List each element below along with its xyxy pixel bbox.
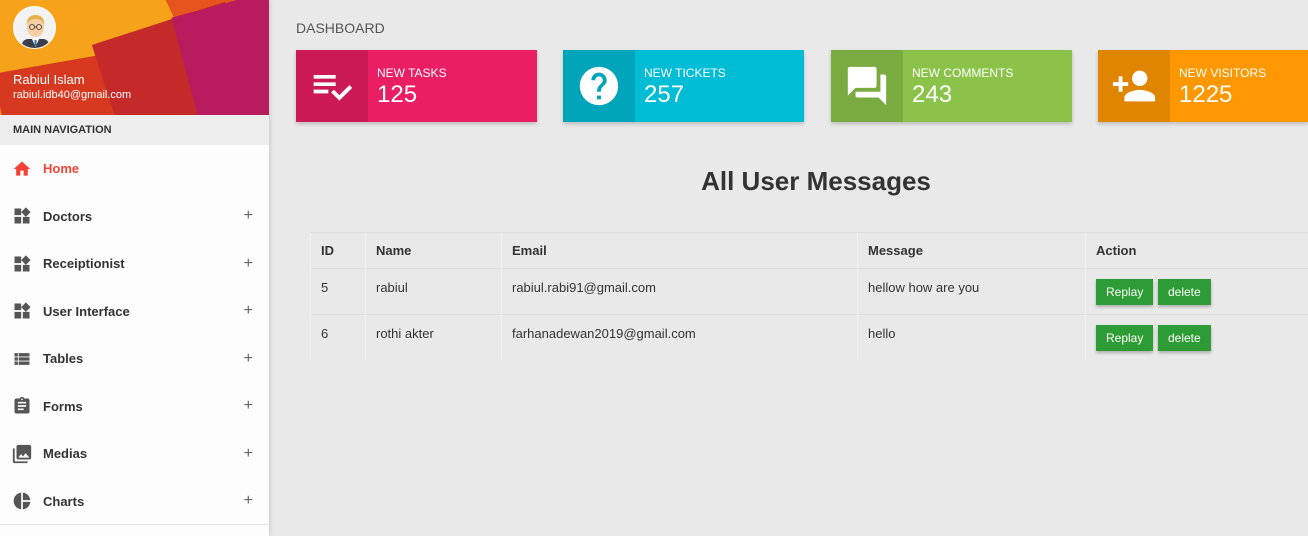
sidebar-item-label: Charts: [43, 493, 85, 509]
expand-icon[interactable]: +: [244, 350, 253, 368]
cell-id: 6: [310, 314, 366, 361]
expand-icon[interactable]: +: [244, 397, 253, 415]
info-box-new-tasks[interactable]: NEW TASKS 125: [296, 50, 537, 122]
sidebar-item-label: Forms: [43, 398, 83, 414]
widgets-icon: [11, 205, 33, 227]
info-box-label: NEW COMMENTS: [912, 66, 1014, 80]
cell-actions: Replay delete: [1085, 268, 1308, 315]
delete-button[interactable]: delete: [1157, 325, 1211, 351]
list-icon: [11, 348, 33, 370]
info-box-new-comments[interactable]: NEW COMMENTS 243: [831, 50, 1072, 122]
user-name: Rabiul Islam: [13, 72, 85, 87]
cell-email: farhanadewan2019@gmail.com: [501, 314, 858, 361]
messages-table: ID Name Email Message Action 5 rabiul ra…: [310, 232, 1308, 361]
info-box-label: NEW TICKETS: [644, 66, 726, 80]
divider: [0, 524, 269, 525]
expand-icon[interactable]: +: [244, 302, 253, 320]
sidebar-item-home[interactable]: Home: [0, 145, 269, 193]
sidebar-item-tables[interactable]: Tables +: [0, 335, 269, 383]
table-row: 5 rabiul rabiul.rabi91@gmail.com hellow …: [310, 268, 1308, 315]
cell-email: rabiul.rabi91@gmail.com: [501, 268, 858, 315]
forum-icon: [831, 50, 903, 122]
column-header-action: Action: [1085, 232, 1308, 269]
info-box-value: 257: [644, 81, 685, 108]
cell-name: rothi akter: [365, 314, 502, 361]
pie-chart-icon: [11, 490, 33, 512]
person-add-icon: [1098, 50, 1170, 122]
sidebar-item-label: Medias: [43, 446, 88, 462]
sidebar-item-label: Tables: [43, 351, 84, 367]
photo-library-icon: [11, 443, 33, 465]
cell-name: rabiul: [365, 268, 502, 315]
cell-message: hello: [857, 314, 1086, 361]
info-box-label: NEW VISITORS: [1179, 66, 1267, 80]
sidebar-item-charts[interactable]: Charts +: [0, 478, 269, 526]
column-header-message: Message: [857, 232, 1086, 269]
sidebar-item-label: Doctors: [43, 208, 93, 224]
column-header-id: ID: [310, 232, 366, 269]
avatar[interactable]: [13, 6, 56, 49]
sidebar-item-label: User Interface: [43, 303, 130, 319]
widgets-icon: [11, 300, 33, 322]
cell-message: hellow how are you: [857, 268, 1086, 315]
info-box-new-tickets[interactable]: NEW TICKETS 257: [563, 50, 804, 122]
table-row: 6 rothi akter farhanadewan2019@gmail.com…: [310, 314, 1308, 361]
nav-header: MAIN NAVIGATION: [0, 115, 269, 145]
messages-title: All User Messages: [701, 166, 931, 196]
info-box-value: 1225: [1179, 81, 1233, 108]
sidebar-item-medias[interactable]: Medias +: [0, 430, 269, 478]
user-email: rabiul.idb40@gmail.com: [13, 89, 132, 101]
info-box-new-visitors[interactable]: NEW VISITORS 1225: [1098, 50, 1308, 122]
delete-button[interactable]: delete: [1157, 279, 1211, 305]
sidebar-item-forms[interactable]: Forms +: [0, 383, 269, 431]
info-box-value: 243: [912, 81, 953, 108]
expand-icon[interactable]: +: [244, 255, 253, 273]
table-header-row: ID Name Email Message Action: [310, 232, 1308, 269]
sidebar-item-doctors[interactable]: Doctors +: [0, 193, 269, 241]
column-header-name: Name: [365, 232, 502, 269]
user-info-panel: Rabiul Islam rabiul.idb40@gmail.com: [0, 0, 269, 115]
info-box-value: 125: [377, 81, 418, 108]
assignment-icon: [11, 395, 33, 417]
widgets-icon: [11, 253, 33, 275]
expand-icon[interactable]: +: [244, 492, 253, 510]
cell-actions: Replay delete: [1085, 314, 1308, 361]
help-icon: [563, 50, 635, 122]
sidebar-item-label: Receiptionist: [43, 256, 125, 272]
sidebar: Rabiul Islam rabiul.idb40@gmail.com MAIN…: [0, 0, 269, 536]
cell-id: 5: [310, 268, 366, 315]
sidebar-item-label: Home: [43, 161, 80, 177]
info-box-label: NEW TASKS: [377, 66, 447, 80]
home-icon: [11, 158, 33, 180]
sidebar-item-receiptionist[interactable]: Receiptionist +: [0, 240, 269, 288]
sidebar-item-user-interface[interactable]: User Interface +: [0, 288, 269, 336]
expand-icon[interactable]: +: [244, 445, 253, 463]
column-header-email: Email: [501, 232, 858, 269]
playlist-check-icon: [296, 50, 368, 122]
page-title: DASHBOARD: [296, 20, 385, 36]
replay-button[interactable]: Replay: [1096, 325, 1154, 351]
expand-icon[interactable]: +: [244, 207, 253, 225]
replay-button[interactable]: Replay: [1096, 279, 1154, 305]
